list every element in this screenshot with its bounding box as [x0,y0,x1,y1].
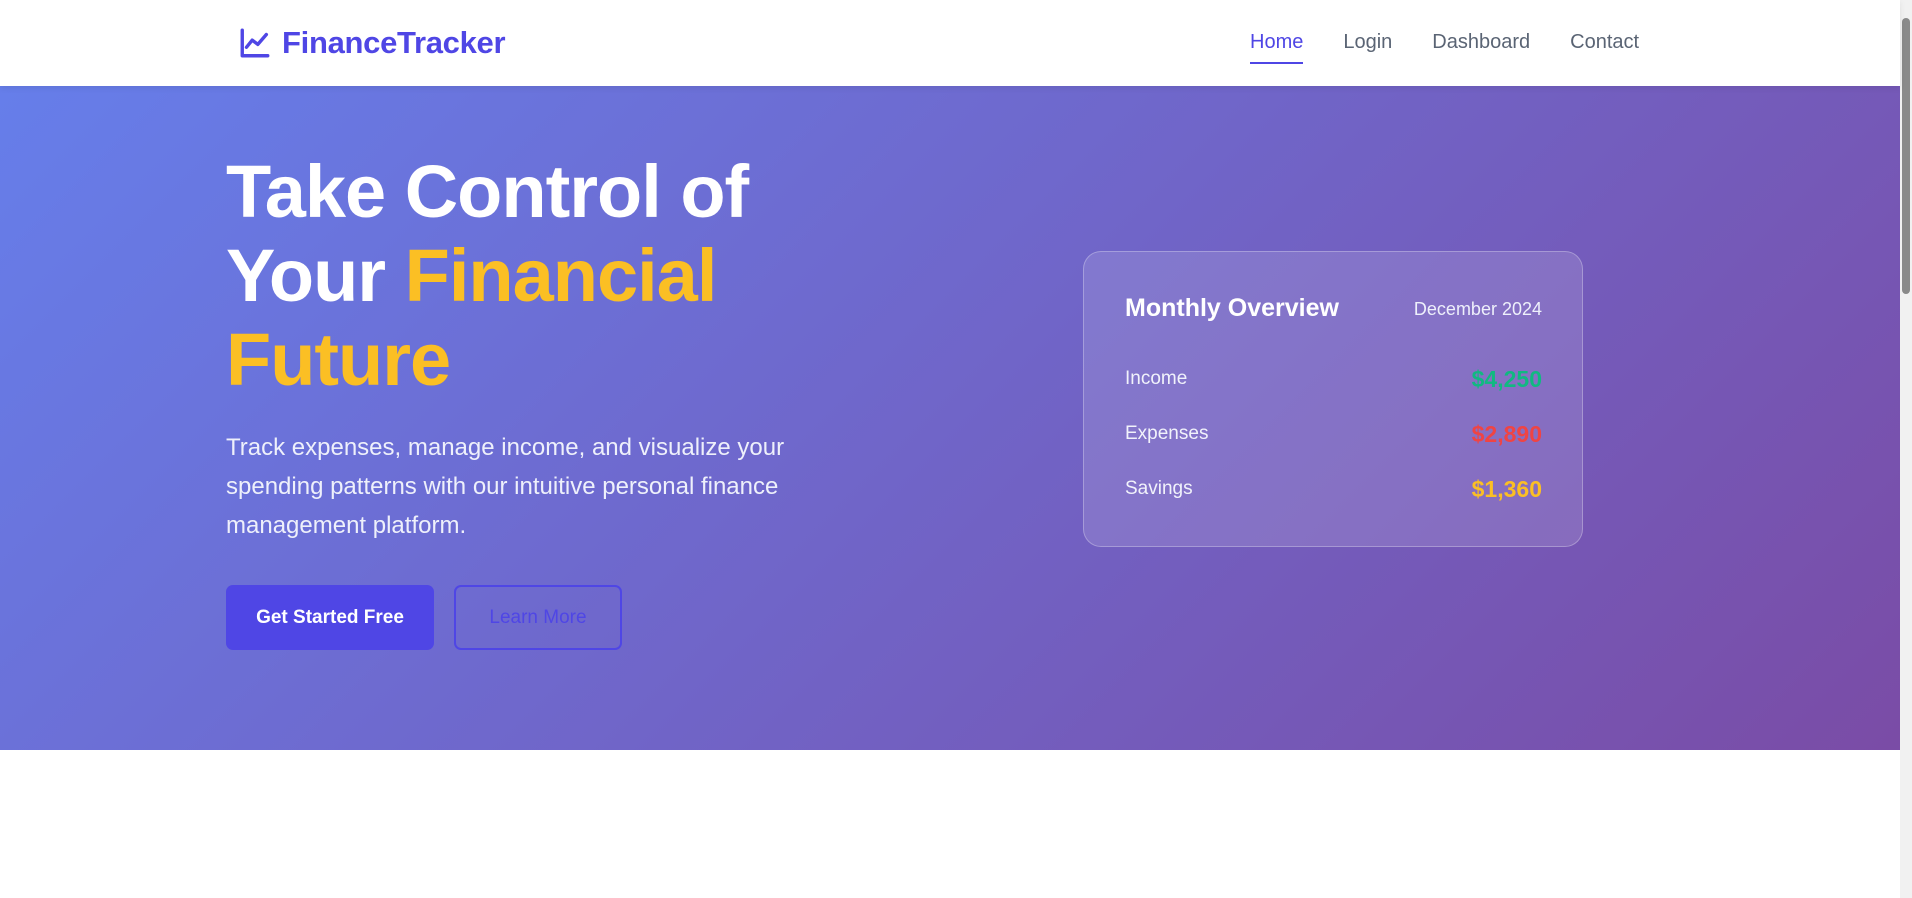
hero-section: Take Control of Your Financial Future Tr… [0,86,1900,750]
savings-value: $1,360 [1471,475,1542,502]
savings-row: Savings $1,360 [1125,474,1542,504]
income-row: Income $4,250 [1125,364,1542,394]
overview-date: December 2024 [1413,299,1542,319]
main-nav: Home Login Dashboard Contact [1250,28,1639,64]
brand-name: FinanceTracker [282,25,506,60]
monthly-overview-card: Monthly Overview December 2024 Income $4… [1083,251,1583,547]
expenses-label: Expenses [1125,423,1209,444]
overview-title: Monthly Overview [1125,294,1339,322]
get-started-button[interactable]: Get Started Free [226,585,434,650]
hero-title-accent-future: Future [226,318,451,401]
hero-title: Take Control of Your Financial Future [226,150,846,402]
income-label: Income [1125,368,1188,389]
income-value: $4,250 [1471,365,1542,392]
hero-title-line1: Take Control of [226,150,749,233]
nav-home-link[interactable]: Home [1250,28,1304,64]
expenses-row: Expenses $2,890 [1125,419,1542,449]
top-navbar: FinanceTracker Home Login Dashboard Cont… [0,0,1900,86]
chart-line-icon [238,26,272,60]
scrollbar-thumb[interactable] [1902,18,1910,294]
hero-title-accent-financial: Financial [404,234,718,317]
nav-contact-link[interactable]: Contact [1570,28,1639,64]
page-scrollbar[interactable] [1900,0,1912,898]
savings-label: Savings [1125,478,1193,499]
nav-dashboard-link[interactable]: Dashboard [1432,28,1530,64]
expenses-value: $2,890 [1471,420,1542,447]
nav-login-link[interactable]: Login [1343,28,1392,64]
hero-subtitle: Track expenses, manage income, and visua… [226,434,785,539]
hero-title-line2: Your [226,234,405,317]
learn-more-button[interactable]: Learn More [454,585,622,650]
brand-logo-link[interactable]: FinanceTracker [238,22,506,64]
